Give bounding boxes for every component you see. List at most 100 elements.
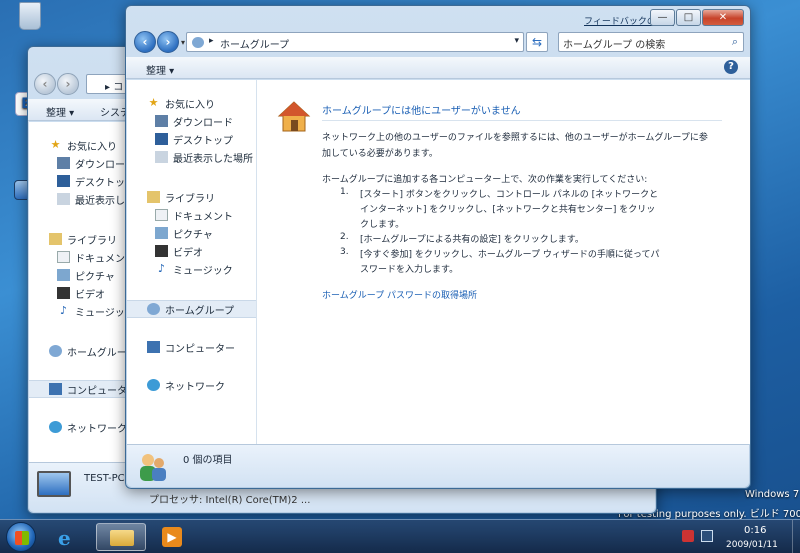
action-center-flag-icon[interactable] <box>682 530 694 542</box>
back-button[interactable]: ‹ <box>134 31 156 53</box>
password-link[interactable]: ホームグループ パスワードの取得場所 <box>322 288 477 301</box>
nav-homegroup[interactable]: ホームグルー <box>29 342 125 360</box>
step-1-line3: クします。 <box>360 220 405 230</box>
nav-videos[interactable]: ビデオ <box>29 284 125 302</box>
start-button[interactable] <box>6 522 36 552</box>
nav-music[interactable]: ♪ミュージック <box>127 260 256 278</box>
recycle-bin-desktop-icon[interactable] <box>10 2 50 32</box>
nav-libraries[interactable]: ライブラリ <box>127 188 256 206</box>
computer-icon <box>147 341 160 353</box>
step-1-line2: インターネット] をクリックし、[ネットワークと共有センター] をクリッ <box>360 205 656 215</box>
navigation-pane[interactable]: ★お気に入り ダウンロード デスクトップ 最近表示した ライブラリ ドキュメント… <box>29 122 126 462</box>
step-2-number: 2. <box>340 232 349 242</box>
clock-time[interactable]: 0:16 <box>744 525 766 536</box>
step-1-line1: [スタート] ボタンをクリックし、コントロール パネルの [ネットワークと <box>360 190 659 200</box>
homegroup-small-icon <box>192 37 204 48</box>
nav-computer[interactable]: コンピュータ <box>29 380 125 398</box>
back-button[interactable]: ‹ <box>34 73 56 95</box>
downloads-folder-icon <box>155 115 168 127</box>
item-count: 0 個の項目 <box>183 455 233 466</box>
nav-pictures[interactable]: ピクチャ <box>127 224 256 242</box>
address-path: ホームグループ <box>220 40 290 51</box>
nav-documents[interactable]: ドキュメント <box>127 206 256 224</box>
search-icon[interactable]: ⌕ <box>732 35 738 49</box>
pc-icon <box>37 471 71 497</box>
music-icon: ♪ <box>59 304 68 317</box>
libraries-icon <box>49 233 62 245</box>
para1-line2: 加している必要があります。 <box>322 149 438 159</box>
nav-network[interactable]: ネットワーク <box>29 418 125 436</box>
recycle-bin-icon <box>19 2 41 30</box>
clock-date[interactable]: 2009/01/11 <box>726 540 778 550</box>
nav-homegroup[interactable]: ホームグループ <box>127 300 256 318</box>
nav-favorites[interactable]: ★ お気に入り <box>29 136 125 154</box>
videos-icon <box>155 245 168 257</box>
step-1-number: 1. <box>340 187 349 197</box>
nav-downloads[interactable]: ダウンロード <box>127 112 256 130</box>
breadcrumb-separator-icon: ▸ <box>209 36 214 46</box>
help-icon[interactable]: ? <box>724 60 738 74</box>
recent-pages-dropdown-icon[interactable]: ▾ <box>181 38 185 47</box>
forward-button[interactable]: › <box>57 73 79 95</box>
search-box[interactable]: ホームグループ の検索 ⌕ <box>558 32 744 52</box>
windows-logo-icon <box>15 531 29 545</box>
maximize-button[interactable]: □ <box>676 9 701 26</box>
show-desktop-button[interactable] <box>792 520 800 553</box>
documents-icon <box>155 209 168 221</box>
step-3-line1: [今すぐ参加] をクリックし、ホームグループ ウィザードの手順に従ってパ <box>360 250 660 260</box>
desktop-icon <box>57 175 70 187</box>
refresh-button[interactable]: ⇆ <box>526 32 548 52</box>
nav-videos[interactable]: ビデオ <box>127 242 256 260</box>
taskbar: e ▶ 0:16 2009/01/11 <box>0 519 800 553</box>
taskbar-ie-button[interactable]: e <box>44 523 94 551</box>
refresh-icon: ⇆ <box>531 35 543 49</box>
nav-desktop[interactable]: デスクトップ <box>29 172 125 190</box>
homegroup-icon <box>147 303 160 315</box>
house-icon <box>277 100 311 134</box>
homegroup-icon <box>49 345 62 357</box>
navigation-pane[interactable]: ★ お気に入り ダウンロード デスクトップ 最近表示した場所 ライブラリ ドキュメ… <box>127 80 257 444</box>
nav-documents[interactable]: ドキュメント <box>29 248 125 266</box>
recent-places-icon <box>57 193 70 205</box>
watermark-line1: Windows 7 <box>745 489 800 500</box>
media-player-icon: ▶ <box>162 527 182 547</box>
pictures-icon <box>155 227 168 239</box>
organize-button[interactable]: 整理 ▾ <box>46 104 74 119</box>
star-icon: ★ <box>148 96 159 109</box>
network-tray-icon[interactable] <box>701 530 713 542</box>
minimize-button[interactable]: — <box>650 9 675 26</box>
toolbar: 整理 ▾ ? <box>126 57 750 79</box>
instructions-intro: ホームグループに追加する各コンピューター上で、次の作業を実行してください: <box>322 175 648 185</box>
address-dropdown-icon[interactable]: ▾ <box>514 36 519 46</box>
nav-network[interactable]: ネットワーク <box>127 376 256 394</box>
taskbar-media-player-button[interactable]: ▶ <box>148 523 198 551</box>
homegroup-window[interactable]: フィードバックの送信 — □ ✕ ‹ › ▾ ▸ ホームグループ ▾ ⇆ ホーム… <box>125 5 751 489</box>
forward-button[interactable]: › <box>157 31 179 53</box>
content-pane: ホームグループには他にユーザーがいません ネットワーク上の他のユーザーのファイル… <box>257 80 750 444</box>
nav-recent[interactable]: 最近表示した場所 <box>127 148 256 166</box>
nav-computer[interactable]: コンピューター <box>127 338 256 356</box>
nav-favorites[interactable]: ★ お気に入り <box>127 94 256 112</box>
network-icon <box>147 379 160 391</box>
processor-info: プロセッサ: Intel(R) Core(TM)2 ... <box>149 495 311 506</box>
nav-recent[interactable]: 最近表示した <box>29 190 125 208</box>
downloads-folder-icon <box>57 157 70 169</box>
nav-pictures[interactable]: ピクチャ <box>29 266 125 284</box>
organize-button[interactable]: 整理 ▾ <box>146 62 174 77</box>
nav-desktop[interactable]: デスクトップ <box>127 130 256 148</box>
music-icon: ♪ <box>157 262 166 275</box>
homegroup-users-icon <box>137 451 169 483</box>
taskbar-explorer-button[interactable] <box>96 523 146 551</box>
close-button[interactable]: ✕ <box>702 9 744 26</box>
address-bar[interactable]: ▸ ホームグループ ▾ <box>186 32 524 52</box>
internet-explorer-icon: e <box>58 526 71 550</box>
nav-music[interactable]: ♪ミュージック <box>29 302 125 320</box>
step-3-number: 3. <box>340 247 349 257</box>
pc-name: TEST-PC <box>84 473 125 484</box>
nav-downloads[interactable]: ダウンロード <box>29 154 125 172</box>
libraries-icon <box>147 191 160 203</box>
status-pane: 0 個の項目 <box>127 444 749 487</box>
address-text: ▸ コ <box>105 82 124 93</box>
heading-divider <box>322 120 722 121</box>
nav-libraries[interactable]: ライブラリ <box>29 230 125 248</box>
